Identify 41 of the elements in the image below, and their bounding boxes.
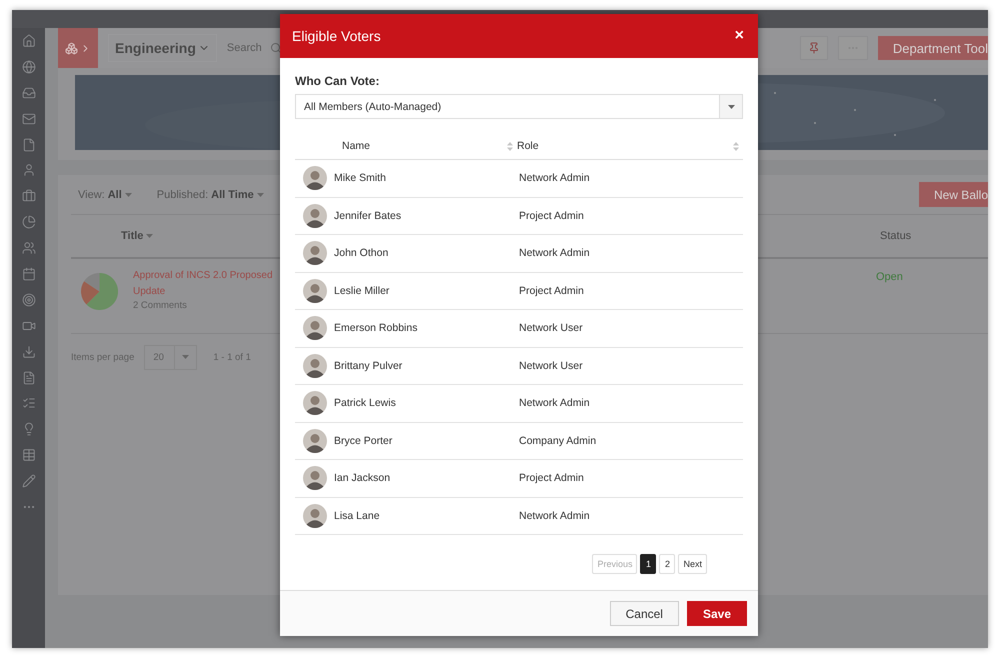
dialog-title: Eligible Voters	[292, 28, 381, 44]
page-button[interactable]: 2	[659, 554, 676, 574]
role-cell: Project Admin	[519, 284, 584, 297]
next-button[interactable]: Next	[678, 554, 707, 574]
status-text: Open	[876, 271, 904, 283]
column-header[interactable]: Name	[295, 140, 517, 152]
role-cell: Network Admin	[519, 172, 590, 184]
filter-dropdown[interactable]: Published: All Time	[156, 188, 264, 200]
role-cell: Company Admin	[519, 434, 596, 447]
filter-dropdown[interactable]: View: All	[78, 188, 132, 200]
field-label: Who Can Vote:	[295, 74, 380, 88]
name-cell-text: Lisa Lane	[334, 510, 381, 522]
role-cell: Network Admin	[519, 247, 590, 260]
column-header[interactable]: Role	[517, 140, 743, 152]
workspace-dropdown[interactable]: Engineering	[108, 34, 217, 62]
role-cell: Project Admin	[519, 210, 584, 222]
name-cell-text: Mike Smith	[334, 172, 387, 184]
close-button[interactable]: ×	[732, 27, 746, 45]
name-cell-text: Brittany Pulver	[334, 360, 404, 372]
voters-select[interactable]: All Members (Auto-Managed)	[295, 94, 743, 119]
name-cell-text: Jennifer Bates	[334, 210, 402, 222]
role-cell: Network Admin	[519, 397, 590, 410]
new-ballot-button[interactable]: New Ballo	[918, 182, 988, 207]
name-cell-text: Ian Jackson	[334, 472, 392, 484]
name-cell-text: Patrick Lewis	[334, 397, 397, 410]
ballot-link[interactable]: Approval of INCS 2.0 Proposed Update	[133, 268, 277, 300]
role-cell: Network User	[519, 322, 583, 334]
name-cell-text: Leslie Miller	[334, 284, 390, 297]
role-cell: Project Admin	[519, 472, 584, 484]
name-cell-text: John Othon	[334, 247, 390, 260]
cancel-button[interactable]: Cancel	[610, 601, 679, 626]
save-button[interactable]: Save	[686, 601, 747, 626]
column-header[interactable]: Title	[121, 230, 154, 242]
search-field[interactable]: Search	[226, 42, 262, 54]
column-header[interactable]: Status	[880, 230, 988, 242]
role-cell: Network User	[519, 360, 583, 372]
department-tools-button[interactable]: Department Tool	[878, 36, 988, 60]
role-cell: Network Admin	[519, 510, 590, 522]
name-cell-text: Emerson Robbins	[334, 322, 418, 334]
page-button[interactable]: 1	[640, 554, 656, 574]
name-cell-text: Bryce Porter	[334, 434, 394, 447]
